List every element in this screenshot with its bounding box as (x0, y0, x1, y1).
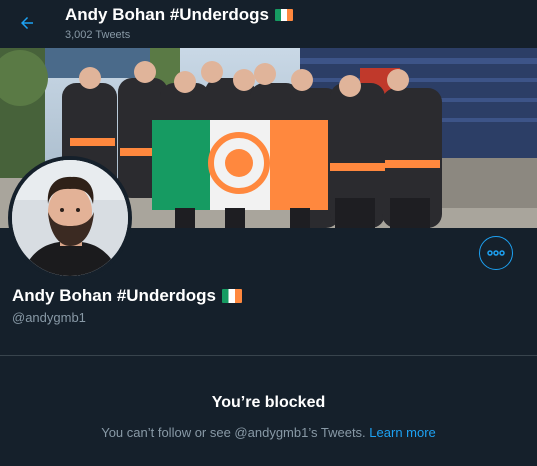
arrow-left-icon (21, 17, 33, 29)
ireland-flag-icon (275, 9, 294, 21)
ireland-flag-icon (222, 289, 243, 303)
learn-more-link[interactable]: Learn more (369, 425, 435, 440)
divider (0, 355, 537, 356)
profile-handle: @andygmb1 (12, 310, 86, 325)
avatar[interactable] (8, 156, 132, 280)
more-button[interactable] (479, 236, 513, 270)
profile-page: Andy Bohan #Underdogs 3,002 Tweets Andy … (0, 0, 537, 466)
blocked-message-text: You can’t follow or see @andygmb1’s Twee… (101, 425, 366, 440)
blocked-message: You can’t follow or see @andygmb1’s Twee… (0, 425, 537, 440)
header-title: Andy Bohan #Underdogs (65, 5, 294, 25)
back-button[interactable] (12, 8, 42, 38)
blocked-title: You’re blocked (211, 394, 326, 411)
profile-display-name: Andy Bohan #Underdogs (12, 286, 243, 306)
profile-header: Andy Bohan #Underdogs 3,002 Tweets (0, 0, 537, 48)
avatar-image (12, 160, 128, 276)
profile-name-text: Andy Bohan #Underdogs (12, 286, 217, 305)
tweet-count: 3,002 Tweets (65, 29, 131, 41)
more-horizontal-icon (487, 250, 505, 256)
header-display-name: Andy Bohan #Underdogs (65, 5, 270, 24)
